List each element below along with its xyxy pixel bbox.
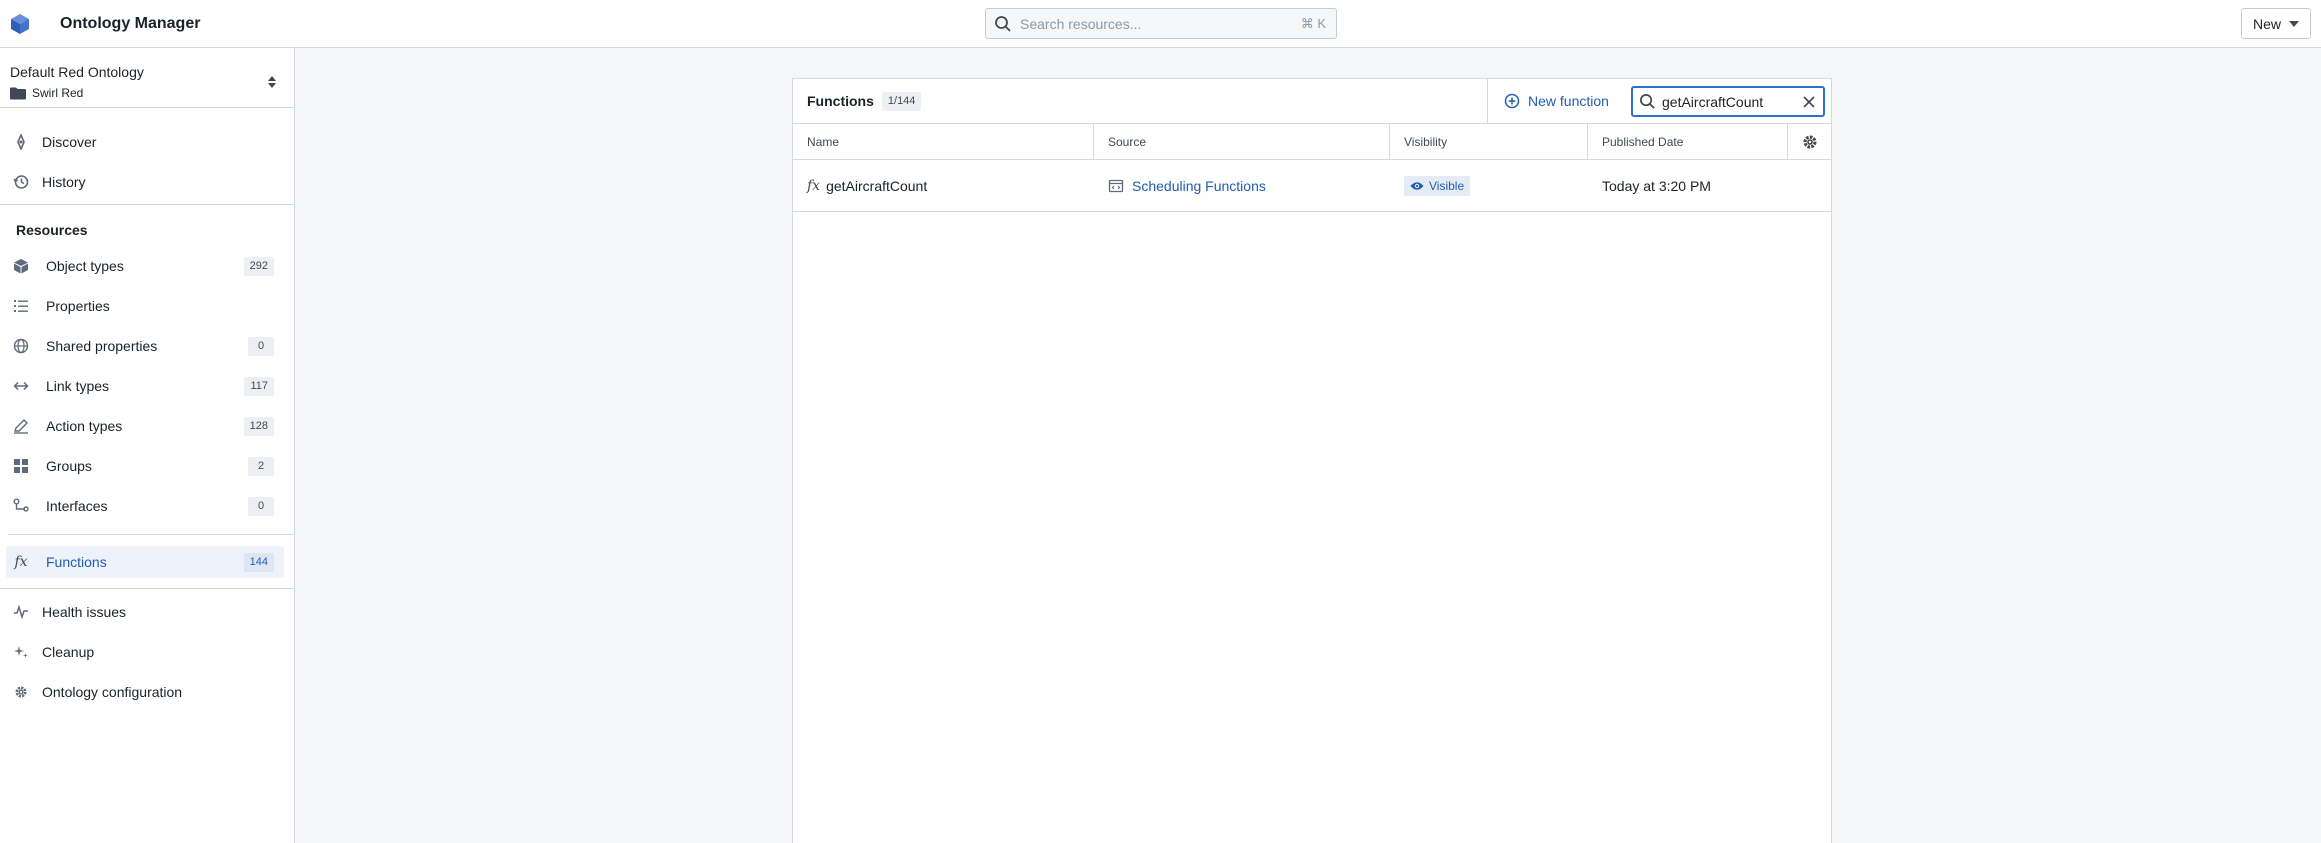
repository-icon (1108, 179, 1124, 192)
sidebar-item-label: Link types (46, 378, 110, 394)
count-badge: 292 (243, 256, 274, 276)
new-function-button[interactable]: New function (1487, 79, 1627, 123)
sidebar-divider (0, 204, 295, 205)
sidebar-item-label: Properties (46, 298, 110, 314)
table-row[interactable]: fx getAircraftCount Scheduling Functions… (793, 160, 1831, 212)
function-source-cell[interactable]: Scheduling Functions (1094, 160, 1390, 212)
table-header: Name Source Visibility Published Date (793, 124, 1831, 160)
sidebar-item-groups[interactable]: Groups 2 (6, 450, 284, 482)
count-badge: 0 (248, 336, 274, 356)
sidebar-item-label: Interfaces (46, 498, 108, 514)
function-name-cell: fx getAircraftCount (793, 160, 1094, 212)
app-title: Ontology Manager (60, 14, 201, 32)
column-header-source[interactable]: Source (1094, 124, 1390, 160)
function-search-value: getAircraftCount (1662, 93, 1764, 110)
eye-icon (1410, 181, 1424, 190)
list-icon (10, 295, 32, 317)
chevron-down-icon (2289, 20, 2299, 27)
global-search-input[interactable]: Search resources... ⌘ K (985, 8, 1337, 39)
sidebar-item-label: Groups (46, 458, 92, 474)
history-icon (10, 171, 32, 193)
sidebar-item-label: History (42, 174, 86, 190)
sidebar-item-ontology-configuration[interactable]: Ontology configuration (6, 676, 284, 708)
column-header-published-date[interactable]: Published Date (1588, 124, 1788, 160)
count-badge: 117 (244, 376, 274, 396)
ontology-folder: Swirl Red (32, 86, 84, 100)
close-icon[interactable] (1803, 95, 1815, 108)
sidebar-divider (0, 588, 295, 589)
sidebar-item-health-issues[interactable]: Health issues (6, 596, 284, 628)
sidebar-item-label: Ontology configuration (42, 684, 183, 700)
sidebar-item-action-types[interactable]: Action types 128 (6, 410, 284, 442)
sidebar-item-label: Health issues (42, 604, 127, 620)
sidebar-item-object-types[interactable]: Object types 292 (6, 250, 284, 282)
app-logo-icon[interactable] (0, 0, 40, 48)
sidebar-item-history[interactable]: History (6, 166, 284, 198)
top-bar: Ontology Manager Search resources... ⌘ K… (0, 0, 2321, 48)
cube-icon (10, 255, 32, 277)
search-icon (1640, 94, 1655, 109)
sidebar-item-label: Action types (46, 418, 123, 434)
sidebar-item-cleanup[interactable]: Cleanup (6, 636, 284, 668)
sidebar-item-label: Object types (46, 258, 124, 274)
sidebar-divider (8, 534, 295, 535)
sparkle-icon (10, 641, 32, 663)
interface-icon (10, 495, 32, 517)
sidebar-item-properties[interactable]: Properties (6, 290, 284, 322)
add-circle-icon (1504, 93, 1520, 109)
function-icon: fx (14, 554, 28, 570)
panel-title: Functions (807, 93, 874, 109)
published-date: Today at 3:20 PM (1602, 177, 1711, 194)
globe-icon (10, 335, 32, 357)
folder-icon (10, 87, 26, 99)
visibility-label: Visible (1429, 178, 1465, 193)
column-header-name[interactable]: Name (793, 124, 1094, 160)
count-badge: 144 (243, 552, 274, 572)
sidebar-item-label: Functions (46, 554, 107, 570)
caret-sort-icon[interactable] (268, 76, 276, 88)
sidebar-item-link-types[interactable]: Link types 117 (6, 370, 284, 402)
column-settings-gear-icon[interactable] (1788, 124, 1831, 160)
column-header-visibility[interactable]: Visibility (1390, 124, 1588, 160)
gear-icon (10, 681, 32, 703)
function-search-input[interactable]: getAircraftCount (1631, 86, 1825, 117)
sidebar-item-shared-properties[interactable]: Shared properties 0 (6, 330, 284, 362)
sidebar-item-label: Cleanup (42, 644, 95, 660)
arrows-horizontal-icon (10, 375, 32, 397)
sidebar-item-discover[interactable]: Discover (6, 126, 284, 158)
sidebar-item-label: Shared properties (46, 338, 158, 354)
ontology-picker[interactable]: Default Red Ontology Swirl Red (0, 48, 294, 108)
count-badge: 2 (248, 456, 274, 476)
new-button[interactable]: New (2241, 8, 2311, 39)
sidebar: Default Red Ontology Swirl Red Discover … (0, 48, 295, 843)
ontology-name: Default Red Ontology (10, 64, 144, 80)
new-button-label: New (2252, 15, 2281, 32)
visibility-tag: Visible (1404, 175, 1471, 196)
sidebar-item-functions[interactable]: fx Functions 144 (6, 546, 284, 578)
edit-icon (10, 415, 32, 437)
count-badge: 0 (248, 496, 274, 516)
pulse-icon (10, 601, 32, 623)
compass-icon (10, 131, 32, 153)
result-count-badge: 1/144 (881, 91, 922, 111)
sidebar-item-label: Discover (42, 134, 97, 150)
resources-heading: Resources (16, 222, 88, 238)
grid-icon (10, 455, 32, 477)
panel-header: Functions 1/144 New function getAircraft… (793, 79, 1831, 124)
functions-panel: Functions 1/144 New function getAircraft… (792, 78, 1832, 843)
visibility-cell: Visible (1390, 160, 1588, 212)
function-icon: fx (807, 177, 821, 194)
search-icon (995, 15, 1011, 32)
source-link[interactable]: Scheduling Functions (1132, 178, 1266, 194)
search-shortcut: ⌘ K (1300, 15, 1326, 31)
search-placeholder: Search resources... (1020, 15, 1142, 32)
count-badge: 128 (243, 416, 274, 436)
sidebar-item-interfaces[interactable]: Interfaces 0 (6, 490, 284, 522)
function-name: getAircraftCount (826, 177, 928, 194)
new-function-label: New function (1528, 93, 1609, 109)
